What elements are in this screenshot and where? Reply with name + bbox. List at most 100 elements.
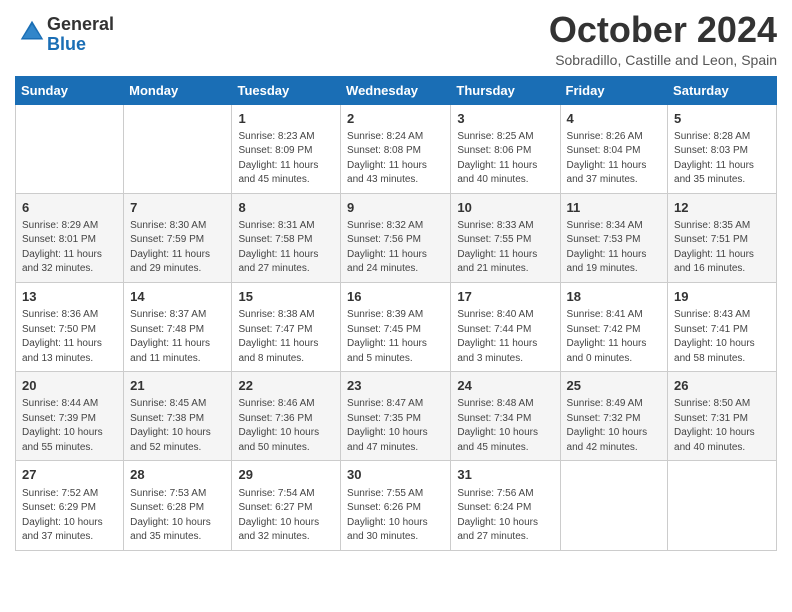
- day-info: Sunrise: 8:35 AM Sunset: 7:51 PM Dayligh…: [674, 219, 771, 277]
- day-info: Sunrise: 7:52 AM Sunset: 6:29 PM Dayligh…: [22, 487, 118, 545]
- calendar-cell: 20 Sunrise: 8:44 AM Sunset: 7:39 PM Dayli…: [16, 372, 124, 461]
- day-info: Sunrise: 8:32 AM Sunset: 7:56 PM Dayligh…: [347, 219, 445, 277]
- day-info: Sunrise: 8:40 AM Sunset: 7:44 PM Dayligh…: [457, 308, 554, 366]
- day-number: 27: [22, 466, 118, 484]
- calendar-day-header: Thursday: [451, 76, 560, 104]
- calendar-cell: 14 Sunrise: 8:37 AM Sunset: 7:48 PM Dayli…: [124, 282, 232, 371]
- calendar-day-header: Sunday: [16, 76, 124, 104]
- calendar-cell: 28Sunrise: 7:53 AM Sunset: 6:28 PM Dayli…: [124, 461, 232, 550]
- calendar-cell: 16 Sunrise: 8:39 AM Sunset: 7:45 PM Dayli…: [341, 282, 451, 371]
- calendar-day-header: Monday: [124, 76, 232, 104]
- day-info: Sunrise: 8:25 AM Sunset: 8:06 PM Dayligh…: [457, 130, 554, 188]
- day-number: 6: [22, 199, 118, 217]
- day-info: Sunrise: 7:53 AM Sunset: 6:28 PM Dayligh…: [130, 487, 226, 545]
- day-number: 17: [457, 288, 554, 306]
- day-info: Sunrise: 8:39 AM Sunset: 7:45 PM Dayligh…: [347, 308, 445, 366]
- calendar-cell: 5Sunrise: 8:28 AM Sunset: 8:03 PM Daylig…: [668, 104, 777, 193]
- day-info: Sunrise: 8:37 AM Sunset: 7:48 PM Dayligh…: [130, 308, 226, 366]
- day-info: Sunrise: 8:46 AM Sunset: 7:36 PM Dayligh…: [238, 397, 335, 455]
- day-info: Sunrise: 8:23 AM Sunset: 8:09 PM Dayligh…: [238, 130, 335, 188]
- calendar-cell: [16, 104, 124, 193]
- calendar-cell: 9 Sunrise: 8:32 AM Sunset: 7:56 PM Daylig…: [341, 193, 451, 282]
- calendar-cell: 22 Sunrise: 8:46 AM Sunset: 7:36 PM Dayli…: [232, 372, 341, 461]
- day-number: 15: [238, 288, 335, 306]
- calendar-cell: 18 Sunrise: 8:41 AM Sunset: 7:42 PM Dayli…: [560, 282, 668, 371]
- day-number: 9: [347, 199, 445, 217]
- day-number: 2: [347, 110, 445, 128]
- header: General Blue October 2024 Sobradillo, Ca…: [15, 10, 777, 68]
- calendar-cell: 26Sunrise: 8:50 AM Sunset: 7:31 PM Dayli…: [668, 372, 777, 461]
- logo-general-text: General: [47, 14, 114, 34]
- day-info: Sunrise: 7:54 AM Sunset: 6:27 PM Dayligh…: [238, 487, 335, 545]
- day-number: 23: [347, 377, 445, 395]
- day-number: 21: [130, 377, 226, 395]
- page-container: General Blue October 2024 Sobradillo, Ca…: [0, 0, 792, 566]
- calendar-cell: 8Sunrise: 8:31 AM Sunset: 7:58 PM Daylig…: [232, 193, 341, 282]
- day-info: Sunrise: 8:24 AM Sunset: 8:08 PM Dayligh…: [347, 130, 445, 188]
- day-number: 20: [22, 377, 118, 395]
- calendar-cell: 31 Sunrise: 7:56 AM Sunset: 6:24 PM Dayli…: [451, 461, 560, 550]
- calendar-cell: 2 Sunrise: 8:24 AM Sunset: 8:08 PM Daylig…: [341, 104, 451, 193]
- calendar-week-row: 6 Sunrise: 8:29 AM Sunset: 8:01 PM Daylig…: [16, 193, 777, 282]
- day-number: 31: [457, 466, 554, 484]
- day-number: 29: [238, 466, 335, 484]
- day-info: Sunrise: 8:44 AM Sunset: 7:39 PM Dayligh…: [22, 397, 118, 455]
- day-info: Sunrise: 7:55 AM Sunset: 6:26 PM Dayligh…: [347, 487, 445, 545]
- calendar-cell: 27 Sunrise: 7:52 AM Sunset: 6:29 PM Dayli…: [16, 461, 124, 550]
- day-info: Sunrise: 8:31 AM Sunset: 7:58 PM Dayligh…: [238, 219, 335, 277]
- calendar-cell: 11 Sunrise: 8:34 AM Sunset: 7:53 PM Dayli…: [560, 193, 668, 282]
- month-title: October 2024: [549, 10, 777, 50]
- calendar-cell: 4 Sunrise: 8:26 AM Sunset: 8:04 PM Daylig…: [560, 104, 668, 193]
- day-number: 5: [674, 110, 771, 128]
- calendar-cell: 13Sunrise: 8:36 AM Sunset: 7:50 PM Dayli…: [16, 282, 124, 371]
- day-number: 22: [238, 377, 335, 395]
- day-info: Sunrise: 8:50 AM Sunset: 7:31 PM Dayligh…: [674, 397, 771, 455]
- calendar-week-row: 13Sunrise: 8:36 AM Sunset: 7:50 PM Dayli…: [16, 282, 777, 371]
- day-info: Sunrise: 8:43 AM Sunset: 7:41 PM Dayligh…: [674, 308, 771, 366]
- calendar-day-header: Saturday: [668, 76, 777, 104]
- calendar-day-header: Friday: [560, 76, 668, 104]
- calendar-week-row: 1 Sunrise: 8:23 AM Sunset: 8:09 PM Daylig…: [16, 104, 777, 193]
- day-number: 18: [567, 288, 663, 306]
- calendar-cell: 25Sunrise: 8:49 AM Sunset: 7:32 PM Dayli…: [560, 372, 668, 461]
- day-number: 30: [347, 466, 445, 484]
- day-info: Sunrise: 8:29 AM Sunset: 8:01 PM Dayligh…: [22, 219, 118, 277]
- calendar-header-row: SundayMondayTuesdayWednesdayThursdayFrid…: [16, 76, 777, 104]
- day-info: Sunrise: 8:26 AM Sunset: 8:04 PM Dayligh…: [567, 130, 663, 188]
- day-number: 7: [130, 199, 226, 217]
- calendar-cell: 3Sunrise: 8:25 AM Sunset: 8:06 PM Daylig…: [451, 104, 560, 193]
- calendar-cell: 29 Sunrise: 7:54 AM Sunset: 6:27 PM Dayli…: [232, 461, 341, 550]
- day-info: Sunrise: 7:56 AM Sunset: 6:24 PM Dayligh…: [457, 487, 554, 545]
- calendar-table: SundayMondayTuesdayWednesdayThursdayFrid…: [15, 76, 777, 551]
- day-number: 16: [347, 288, 445, 306]
- logo: General Blue: [15, 15, 114, 55]
- calendar-week-row: 27 Sunrise: 7:52 AM Sunset: 6:29 PM Dayli…: [16, 461, 777, 550]
- calendar-cell: 21Sunrise: 8:45 AM Sunset: 7:38 PM Dayli…: [124, 372, 232, 461]
- day-number: 24: [457, 377, 554, 395]
- day-info: Sunrise: 8:34 AM Sunset: 7:53 PM Dayligh…: [567, 219, 663, 277]
- calendar-cell: 12 Sunrise: 8:35 AM Sunset: 7:51 PM Dayli…: [668, 193, 777, 282]
- calendar-cell: 19Sunrise: 8:43 AM Sunset: 7:41 PM Dayli…: [668, 282, 777, 371]
- calendar-cell: 17 Sunrise: 8:40 AM Sunset: 7:44 PM Dayli…: [451, 282, 560, 371]
- calendar-cell: 24Sunrise: 8:48 AM Sunset: 7:34 PM Dayli…: [451, 372, 560, 461]
- calendar-cell: [124, 104, 232, 193]
- calendar-cell: [668, 461, 777, 550]
- calendar-cell: 10Sunrise: 8:33 AM Sunset: 7:55 PM Dayli…: [451, 193, 560, 282]
- logo-blue-text: Blue: [47, 34, 86, 54]
- calendar-cell: 6 Sunrise: 8:29 AM Sunset: 8:01 PM Daylig…: [16, 193, 124, 282]
- day-number: 12: [674, 199, 771, 217]
- day-info: Sunrise: 8:49 AM Sunset: 7:32 PM Dayligh…: [567, 397, 663, 455]
- calendar-cell: 7Sunrise: 8:30 AM Sunset: 7:59 PM Daylig…: [124, 193, 232, 282]
- day-number: 4: [567, 110, 663, 128]
- calendar-cell: 15Sunrise: 8:38 AM Sunset: 7:47 PM Dayli…: [232, 282, 341, 371]
- day-info: Sunrise: 8:36 AM Sunset: 7:50 PM Dayligh…: [22, 308, 118, 366]
- day-number: 14: [130, 288, 226, 306]
- day-info: Sunrise: 8:41 AM Sunset: 7:42 PM Dayligh…: [567, 308, 663, 366]
- day-number: 1: [238, 110, 335, 128]
- day-number: 11: [567, 199, 663, 217]
- calendar-week-row: 20 Sunrise: 8:44 AM Sunset: 7:39 PM Dayli…: [16, 372, 777, 461]
- logo-icon: [17, 17, 47, 47]
- calendar-day-header: Wednesday: [341, 76, 451, 104]
- calendar-cell: 1 Sunrise: 8:23 AM Sunset: 8:09 PM Daylig…: [232, 104, 341, 193]
- day-info: Sunrise: 8:47 AM Sunset: 7:35 PM Dayligh…: [347, 397, 445, 455]
